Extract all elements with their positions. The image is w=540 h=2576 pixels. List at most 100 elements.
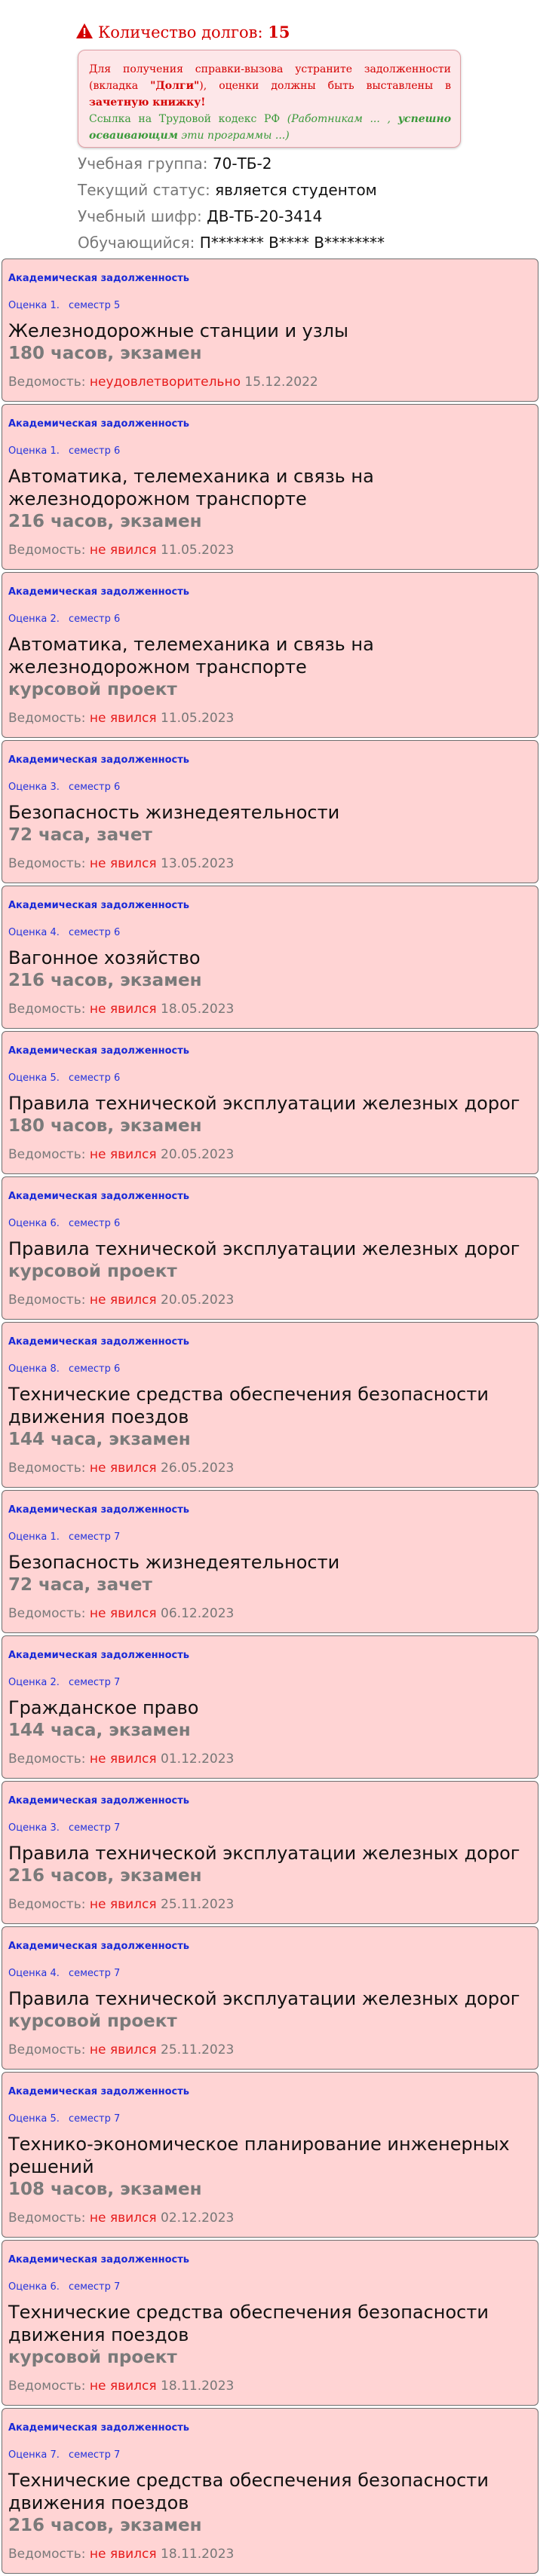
- debt-sheet: Ведомость: не явился 20.05.2023: [8, 1292, 532, 1319]
- debt-grade: Оценка 4.: [8, 927, 60, 938]
- debt-card[interactable]: Академическая задолженность Оценка 3. семе…: [2, 740, 538, 883]
- debt-subject: Технические средства обеспечения безопас…: [8, 2302, 489, 2345]
- debt-meta: Оценка 1. семестр 5: [8, 298, 532, 314]
- debt-kind: Академическая задолженность: [8, 1650, 190, 1661]
- debt-subject: Правила технической эксплуатации железны…: [8, 1988, 520, 2009]
- debt-subject: Автоматика, телемеханика и связь на желе…: [8, 634, 374, 678]
- debt-sheet: Ведомость: не явился 13.05.2023: [8, 855, 532, 883]
- sheet-label: Ведомость:: [8, 375, 86, 390]
- sheet-status: не явился: [89, 1461, 157, 1476]
- sheet-status: не явился: [89, 2210, 157, 2226]
- debt-kind: Академическая задолженность: [8, 900, 190, 911]
- student-name-label: Обучающийся:: [78, 234, 195, 252]
- debt-semester: семестр 6: [68, 613, 121, 625]
- debt-card[interactable]: Академическая задолженность Оценка 1. семе…: [2, 1490, 538, 1633]
- debt-grade: Оценка 1.: [8, 1531, 60, 1543]
- debt-subject: Технические средства обеспечения безопас…: [8, 2470, 489, 2513]
- debt-subject: Гражданское право: [8, 1697, 199, 1718]
- debt-card[interactable]: Академическая задолженность Оценка 1. семе…: [2, 259, 538, 402]
- sheet-date: 20.05.2023: [161, 1147, 235, 1162]
- debt-semester: семестр 7: [68, 2281, 121, 2293]
- debt-semester: семестр 5: [68, 300, 121, 311]
- notice-tab-name[interactable]: "Долги": [150, 80, 199, 92]
- debt-hours: курсовой проект: [8, 2348, 177, 2367]
- sheet-label: Ведомость:: [8, 1751, 86, 1767]
- debt-card[interactable]: Академическая задолженность Оценка 2. семе…: [2, 572, 538, 738]
- debts-count-label: Количество долгов:: [98, 23, 263, 41]
- notice-text-2: ), оценки должны быть выставлены в: [199, 80, 451, 92]
- debt-meta: Оценка 4. семестр 6: [8, 925, 532, 941]
- debt-grade: Оценка 2.: [8, 613, 60, 625]
- debt-hours: 216 часов, экзамен: [8, 2516, 202, 2535]
- status-value: является студентом: [215, 181, 377, 199]
- debt-meta: Оценка 1. семестр 6: [8, 444, 532, 459]
- debt-hours: 144 часа, экзамен: [8, 1721, 191, 1740]
- debt-semester: семестр 6: [68, 1363, 121, 1375]
- debts-count-line: Количество долгов: 15: [75, 23, 290, 41]
- debt-card[interactable]: Академическая задолженность Оценка 5. семе…: [2, 1031, 538, 1174]
- debt-hours: 72 часа, зачет: [8, 825, 152, 845]
- debt-card[interactable]: Академическая задолженность Оценка 1. семе…: [2, 404, 538, 570]
- sheet-label: Ведомость:: [8, 1897, 86, 1912]
- group-row: Учебная группа: 70-ТБ-2: [78, 154, 272, 173]
- debt-semester: семестр 7: [68, 1531, 121, 1543]
- debt-hours: 180 часов, экзамен: [8, 1116, 202, 1136]
- debt-kind: Академическая задолженность: [8, 2254, 190, 2265]
- debt-subject: Автоматика, телемеханика и связь на желе…: [8, 466, 374, 509]
- labor-code-link[interactable]: Ссылка на Трудовой кодекс РФ: [89, 113, 280, 125]
- code-row: Учебный шифр: ДВ-ТБ-20-3414: [78, 207, 322, 225]
- sheet-status: не явился: [89, 1293, 157, 1308]
- debt-hours: курсовой проект: [8, 2012, 177, 2031]
- debt-sheet: Ведомость: не явился 25.11.2023: [8, 2042, 532, 2069]
- debts-count-value: 15: [268, 23, 290, 41]
- quote-open: (Работникам ... ,: [287, 113, 391, 125]
- debt-card[interactable]: Академическая задолженность Оценка 8. семе…: [2, 1322, 538, 1488]
- debt-subject: Вагонное хозяйство: [8, 947, 201, 968]
- debt-grade: Оценка 5.: [8, 2113, 60, 2125]
- debt-sheet: Ведомость: не явился 18.05.2023: [8, 1001, 532, 1028]
- debt-subject: Правила технической эксплуатации железны…: [8, 1238, 520, 1259]
- sheet-date: 11.05.2023: [161, 543, 235, 558]
- sheet-label: Ведомость:: [8, 2210, 86, 2226]
- debt-semester: семестр 7: [68, 1968, 121, 1979]
- sheet-date: 25.11.2023: [161, 2042, 235, 2057]
- status-row: Текущий статус: является студентом: [78, 181, 377, 199]
- sheet-date: 02.12.2023: [161, 2210, 235, 2226]
- notice-box: Для получения справки-вызова устраните з…: [78, 50, 461, 148]
- debt-card[interactable]: Академическая задолженность Оценка 6. семе…: [2, 1176, 538, 1320]
- debt-kind: Академическая задолженность: [8, 586, 190, 598]
- debt-card[interactable]: Академическая задолженность Оценка 4. семе…: [2, 1926, 538, 2070]
- debt-card[interactable]: Академическая задолженность Оценка 3. семе…: [2, 1781, 538, 1924]
- debt-subject: Безопасность жизнедеятельности: [8, 802, 340, 823]
- code-value: ДВ-ТБ-20-3414: [207, 207, 323, 225]
- notice-record-book: зачетную книжку!: [89, 96, 206, 109]
- debt-meta: Оценка 2. семестр 6: [8, 612, 532, 627]
- debt-card[interactable]: Академическая задолженность Оценка 2. семе…: [2, 1635, 538, 1779]
- debt-grade: Оценка 3.: [8, 782, 60, 793]
- sheet-date: 18.05.2023: [161, 1002, 235, 1017]
- debt-meta: Оценка 5. семестр 6: [8, 1071, 532, 1086]
- debt-kind: Академическая задолженность: [8, 1941, 190, 1952]
- debt-card[interactable]: Академическая задолженность Оценка 6. семе…: [2, 2240, 538, 2406]
- debt-semester: семестр 6: [68, 445, 121, 457]
- debt-semester: семестр 7: [68, 2113, 121, 2125]
- sheet-status: не явился: [89, 543, 157, 558]
- debt-kind: Академическая задолженность: [8, 754, 190, 766]
- debt-subject: Технико-экономическое планирование инжен…: [8, 2134, 510, 2177]
- debt-semester: семестр 6: [68, 1218, 121, 1229]
- debt-grade: Оценка 6.: [8, 1218, 60, 1229]
- debt-sheet: Ведомость: не явился 18.11.2023: [8, 2378, 532, 2405]
- debt-meta: Оценка 5. семестр 7: [8, 2112, 532, 2127]
- debt-meta: Оценка 2. семестр 7: [8, 1675, 532, 1690]
- debt-grade: Оценка 3.: [8, 1822, 60, 1834]
- debt-kind: Академическая задолженность: [8, 273, 190, 284]
- debt-sheet: Ведомость: не явился 25.11.2023: [8, 1896, 532, 1923]
- debt-card[interactable]: Академическая задолженность Оценка 7. семе…: [2, 2408, 538, 2574]
- debt-card[interactable]: Академическая задолженность Оценка 4. семе…: [2, 886, 538, 1029]
- debt-subject: Безопасность жизнедеятельности: [8, 1552, 340, 1573]
- debt-card[interactable]: Академическая задолженность Оценка 5. семе…: [2, 2072, 538, 2238]
- debt-kind: Академическая задолженность: [8, 1504, 190, 1516]
- status-label: Текущий статус:: [78, 181, 210, 199]
- debt-kind: Академическая задолженность: [8, 2086, 190, 2097]
- debt-kind: Академическая задолженность: [8, 1191, 190, 1202]
